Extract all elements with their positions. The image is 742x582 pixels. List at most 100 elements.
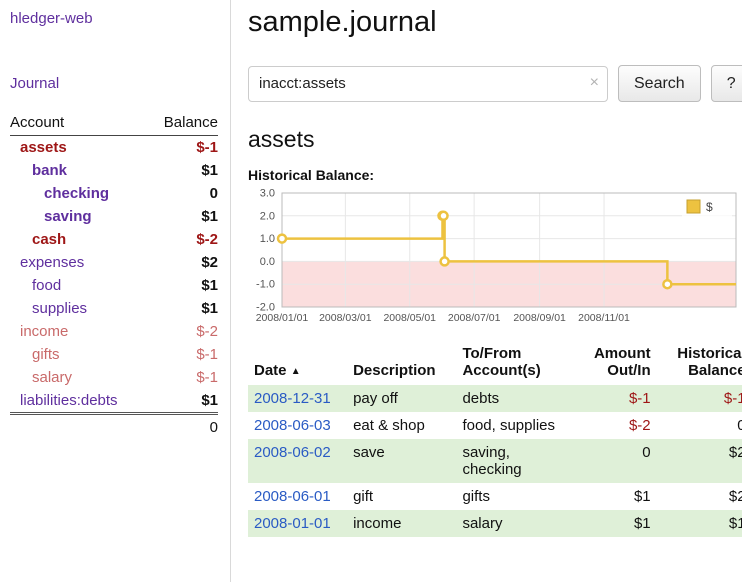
accounts-table: Account Balance assets $-1 bank $1 check… <box>10 112 218 439</box>
transaction-date-link[interactable]: 2008-06-02 <box>254 444 331 461</box>
account-balance: $1 <box>148 297 218 320</box>
column-header-balance: Historical Balance <box>657 343 742 385</box>
account-balance: $1 <box>148 159 218 182</box>
transaction-accounts: saving, checking <box>456 439 578 483</box>
svg-text:2008/07/01: 2008/07/01 <box>448 312 501 324</box>
accounts-header-account: Account <box>10 112 148 136</box>
account-balance: $2 <box>148 251 218 274</box>
column-header-description: Description <box>347 343 456 385</box>
transaction-description: eat & shop <box>347 412 456 439</box>
transaction-description: income <box>347 510 456 537</box>
journal-link[interactable]: Journal <box>10 75 59 92</box>
svg-text:2008/01/01: 2008/01/01 <box>256 312 309 324</box>
transaction-description: save <box>347 439 456 483</box>
account-link-assets[interactable]: assets <box>20 139 67 156</box>
transaction-description: pay off <box>347 385 456 412</box>
account-row: liabilities:debts $1 <box>10 389 218 414</box>
transaction-date-link[interactable]: 2008-12-31 <box>254 390 331 407</box>
account-row: assets $-1 <box>10 136 218 160</box>
hledger-web-app: hledger-web Journal Account Balance asse… <box>0 0 742 582</box>
svg-text:2008/05/01: 2008/05/01 <box>383 312 436 324</box>
account-link-cash[interactable]: cash <box>32 231 66 248</box>
transaction-balance: $2 <box>657 439 742 483</box>
account-link-food[interactable]: food <box>32 277 61 294</box>
transaction-amount: $-2 <box>578 412 656 439</box>
transaction-date-link[interactable]: 2008-01-01 <box>254 515 331 532</box>
account-link-checking[interactable]: checking <box>44 185 109 202</box>
account-link-liabilities-debts[interactable]: liabilities:debts <box>20 392 118 409</box>
transaction-description: gift <box>347 483 456 510</box>
account-balance: 0 <box>148 182 218 205</box>
account-row: gifts $-1 <box>10 343 218 366</box>
account-row: bank $1 <box>10 159 218 182</box>
search-input[interactable] <box>248 66 608 102</box>
svg-text:-1.0: -1.0 <box>256 279 275 291</box>
account-link-bank[interactable]: bank <box>32 162 67 179</box>
account-row: income $-2 <box>10 320 218 343</box>
account-balance: $-2 <box>148 320 218 343</box>
account-balance: $1 <box>148 274 218 297</box>
column-header-accounts: To/From Account(s) <box>456 343 578 385</box>
search-box: × <box>248 66 608 102</box>
account-heading: assets <box>248 126 742 153</box>
page-title: sample.journal <box>248 6 742 39</box>
account-link-expenses[interactable]: expenses <box>20 254 84 271</box>
transaction-balance: 0 <box>657 412 742 439</box>
account-balance: $-1 <box>148 343 218 366</box>
column-header-date[interactable]: Date ▲ <box>248 343 347 385</box>
transaction-amount: $-1 <box>578 385 656 412</box>
register-row: 2008-06-03 eat & shop food, supplies $-2… <box>248 412 742 439</box>
svg-text:2008/03/01: 2008/03/01 <box>319 312 372 324</box>
transaction-balance: $1 <box>657 510 742 537</box>
register-row: 2008-12-31 pay off debts $-1 $-1 <box>248 385 742 412</box>
svg-text:2008/11/01: 2008/11/01 <box>578 312 630 324</box>
accounts-header-balance: Balance <box>148 112 218 136</box>
transaction-balance: $2 <box>657 483 742 510</box>
accounts-total-balance: 0 <box>148 414 218 440</box>
account-row: salary $-1 <box>10 366 218 389</box>
transaction-balance: $-1 <box>657 385 742 412</box>
transaction-amount: 0 <box>578 439 656 483</box>
transaction-date-link[interactable]: 2008-06-03 <box>254 417 331 434</box>
account-link-saving[interactable]: saving <box>44 208 92 225</box>
svg-text:0.0: 0.0 <box>260 256 275 268</box>
transaction-accounts: salary <box>456 510 578 537</box>
chart-title: Historical Balance: <box>248 167 742 183</box>
transaction-amount: $1 <box>578 510 656 537</box>
transaction-accounts: gifts <box>456 483 578 510</box>
transaction-accounts: food, supplies <box>456 412 578 439</box>
app-title-link[interactable]: hledger-web <box>10 10 93 27</box>
transaction-date-link[interactable]: 2008-06-01 <box>254 488 331 505</box>
account-row: expenses $2 <box>10 251 218 274</box>
register-table: Date ▲ Description To/From Account(s) Am… <box>248 343 742 537</box>
account-balance: $-1 <box>148 136 218 160</box>
sort-ascending-icon: ▲ <box>291 366 301 377</box>
account-link-income[interactable]: income <box>20 323 68 340</box>
register-header-row: Date ▲ Description To/From Account(s) Am… <box>248 343 742 385</box>
transaction-amount: $1 <box>578 483 656 510</box>
search-button[interactable]: Search <box>618 65 701 102</box>
date-header-label: Date <box>254 362 287 379</box>
account-balance: $1 <box>148 205 218 228</box>
clear-search-icon[interactable]: × <box>590 74 599 92</box>
account-link-gifts[interactable]: gifts <box>32 346 60 363</box>
account-link-salary[interactable]: salary <box>32 369 72 386</box>
sidebar: hledger-web Journal Account Balance asse… <box>0 0 231 582</box>
main-content: sample.journal × Search ? assets Histori… <box>231 0 742 582</box>
svg-text:2.0: 2.0 <box>260 210 275 222</box>
account-link-supplies[interactable]: supplies <box>32 300 87 317</box>
column-header-amount: Amount Out/In <box>578 343 656 385</box>
account-balance: $-1 <box>148 366 218 389</box>
svg-text:1.0: 1.0 <box>260 233 275 245</box>
account-row: saving $1 <box>10 205 218 228</box>
svg-text:$: $ <box>706 200 713 214</box>
search-bar: × Search ? <box>248 65 742 102</box>
account-balance: $-2 <box>148 228 218 251</box>
register-row: 2008-01-01 income salary $1 $1 <box>248 510 742 537</box>
account-row: checking 0 <box>10 182 218 205</box>
svg-text:2008/09/01: 2008/09/01 <box>513 312 566 324</box>
register-row: 2008-06-01 gift gifts $1 $2 <box>248 483 742 510</box>
account-balance: $1 <box>148 389 218 414</box>
account-row: cash $-2 <box>10 228 218 251</box>
help-button[interactable]: ? <box>711 65 742 102</box>
